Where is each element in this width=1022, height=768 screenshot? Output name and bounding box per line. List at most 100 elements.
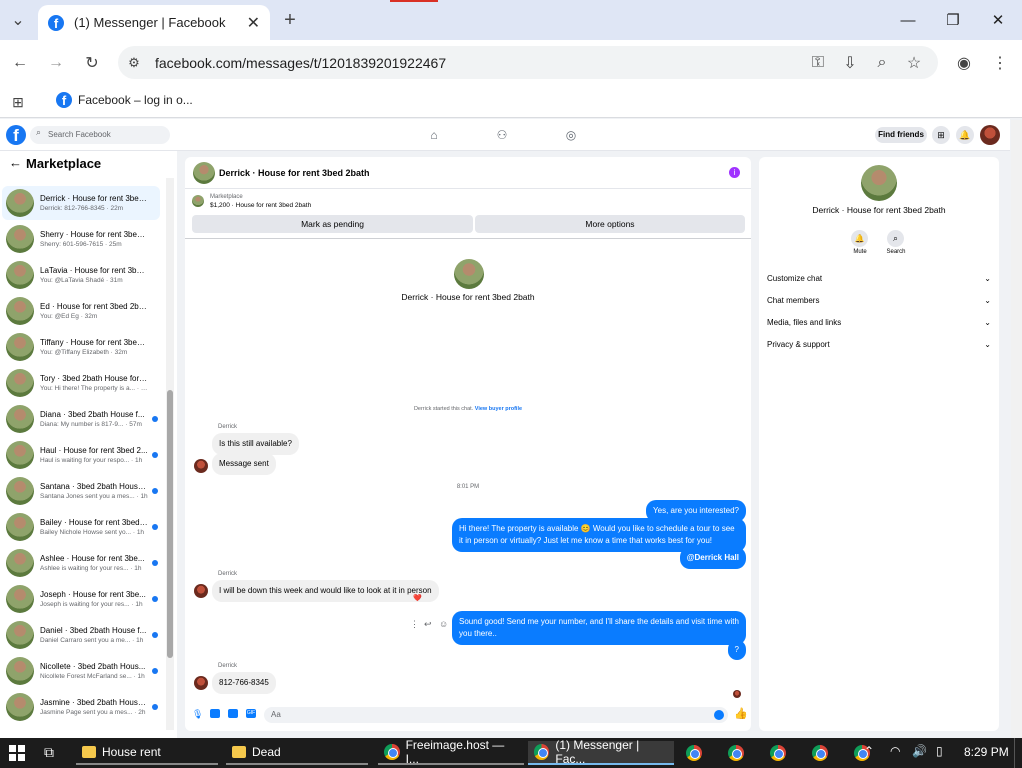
conversation-title[interactable]: Derrick · House for rent 3bed 2bath: [219, 168, 370, 178]
chat-list-item[interactable]: Ed · House for rent 3bed 2bath You: @Ed E…: [2, 294, 160, 328]
chrome-icon[interactable]: [770, 745, 786, 761]
chat-list-item[interactable]: Diana · 3bed 2bath House f... Diana: My n…: [2, 402, 160, 436]
bookmark-facebook[interactable]: f Facebook – log in o...: [56, 92, 193, 108]
details-avatar[interactable]: [861, 165, 897, 201]
chat-avatar: [6, 513, 34, 541]
profile-avatar[interactable]: [454, 259, 484, 289]
chat-started-note: Derrick started this chat. View buyer pr…: [185, 406, 751, 412]
listing-detail[interactable]: $1,200 · House for rent 3bed 2bath: [210, 202, 311, 209]
message-bubble-incoming[interactable]: I will be down this week and would like …: [212, 580, 439, 602]
browser-tab-messenger[interactable]: f (1) Messenger | Facebook ✕: [38, 5, 270, 40]
chat-list-item[interactable]: Jasmine · 3bed 2bath House... Jasmine Pag…: [2, 690, 160, 724]
facebook-search-input[interactable]: Search Facebook: [30, 126, 170, 144]
chrome-icon[interactable]: [812, 745, 828, 761]
page-scrollbar[interactable]: [1011, 120, 1022, 738]
home-icon[interactable]: ⌂: [426, 127, 442, 143]
chat-list-item[interactable]: Derrick · House for rent 3bed ... Derrick…: [2, 186, 160, 220]
react-icon[interactable]: ☺: [439, 619, 448, 629]
task-view-icon[interactable]: ⧉: [44, 744, 54, 761]
apps-grid-icon[interactable]: ⊞: [4, 88, 32, 116]
gif-icon[interactable]: GIF: [246, 709, 256, 718]
volume-icon[interactable]: 🔊: [912, 744, 927, 758]
chrome-icon[interactable]: [686, 745, 702, 761]
message-input[interactable]: Aa: [264, 707, 728, 723]
groups-icon[interactable]: ◎: [563, 127, 579, 143]
reply-icon[interactable]: ↩: [424, 619, 432, 630]
thumbs-up-icon[interactable]: 👍: [734, 707, 748, 720]
taskbar-item-messenger[interactable]: (1) Messenger | Fac...: [528, 738, 674, 766]
site-settings-icon[interactable]: ⚙: [120, 49, 148, 77]
view-buyer-profile-link[interactable]: View buyer profile: [475, 406, 522, 412]
section-customize-chat[interactable]: Customize chat ⌄: [767, 271, 991, 285]
notifications-icon[interactable]: 🔔: [956, 126, 974, 144]
section-privacy-support[interactable]: Privacy & support ⌄: [767, 337, 991, 351]
menu-icon[interactable]: ⋮: [986, 49, 1014, 77]
clock[interactable]: 8:29 PM: [964, 745, 1009, 759]
facebook-logo-icon[interactable]: f: [6, 125, 26, 145]
taskbar-item-dead[interactable]: Dead: [226, 741, 368, 765]
more-options-button[interactable]: More options: [475, 215, 745, 233]
chat-list-item[interactable]: Nicollete · 3bed 2bath Hous... Nicollete …: [2, 654, 160, 688]
mark-as-pending-button[interactable]: Mark as pending: [192, 215, 473, 233]
sticker-icon[interactable]: [228, 709, 238, 718]
profile-icon[interactable]: ◉: [950, 49, 978, 77]
info-icon[interactable]: i: [729, 167, 740, 178]
more-actions-icon[interactable]: ⋮: [410, 619, 419, 630]
chat-list-item[interactable]: Joseph · House for rent 3be... Joseph is …: [2, 582, 160, 616]
chat-list-item[interactable]: Tiffany · House for rent 3bed ... You: @T…: [2, 330, 160, 364]
new-tab-icon[interactable]: +: [276, 6, 304, 34]
chat-list-item[interactable]: LaTavia · House for rent 3bed ... You: @L…: [2, 258, 160, 292]
search-conversation-icon[interactable]: ⌕: [887, 230, 904, 247]
message-bubble-outgoing[interactable]: ?: [727, 640, 746, 660]
emoji-icon[interactable]: [714, 710, 724, 720]
show-desktop[interactable]: [1014, 738, 1017, 768]
message-bubble-incoming[interactable]: Is this still available?: [212, 433, 299, 455]
message-bubble-incoming[interactable]: 812-766-8345: [212, 672, 276, 694]
chat-list-item[interactable]: Tory · 3bed 2bath House for r... You: Hi …: [2, 366, 160, 400]
listing-thumbnail[interactable]: [192, 195, 204, 207]
heart-reaction[interactable]: ❤️: [413, 594, 422, 602]
battery-icon[interactable]: ▯: [936, 744, 943, 758]
close-tab-icon[interactable]: ✕: [247, 13, 260, 33]
chat-list-item[interactable]: Santana · 3bed 2bath House... Santana Jon…: [2, 474, 160, 508]
mute-icon[interactable]: 🔔: [851, 230, 868, 247]
chat-list-item[interactable]: Daniel · 3bed 2bath House f... Daniel Car…: [2, 618, 160, 652]
message-bubble-outgoing[interactable]: Sound good! Send me your number, and I'l…: [452, 611, 746, 645]
minimize-icon[interactable]: —: [888, 8, 928, 32]
section-media-files[interactable]: Media, files and links ⌄: [767, 315, 991, 329]
reload-icon[interactable]: ↻: [78, 49, 106, 77]
message-bubble-outgoing[interactable]: @Derrick Hall: [679, 547, 746, 569]
tray-chevron-up-icon[interactable]: ⌃: [864, 744, 874, 758]
unread-dot-icon: [152, 704, 158, 710]
forward-icon[interactable]: →: [42, 49, 70, 77]
chrome-icon[interactable]: [728, 745, 744, 761]
message-bubble-incoming[interactable]: Message sent: [212, 453, 276, 475]
account-avatar[interactable]: [980, 125, 1000, 145]
chat-list-item[interactable]: Sherry · House for rent 3bed 2... Sherry:…: [2, 222, 160, 256]
back-arrow-icon[interactable]: ←: [9, 155, 22, 170]
find-friends-button[interactable]: Find friends: [875, 127, 927, 143]
bookmark-star-icon[interactable]: ☆: [900, 49, 928, 77]
key-icon[interactable]: ⚿: [804, 49, 832, 77]
close-window-icon[interactable]: ✕: [978, 8, 1018, 32]
section-chat-members[interactable]: Chat members ⌄: [767, 293, 991, 307]
zoom-icon[interactable]: ⌕: [868, 49, 896, 77]
tab-search-icon[interactable]: ⌄: [4, 6, 32, 34]
taskbar-item-freeimage[interactable]: Freeimage.host — I...: [378, 738, 524, 766]
chat-list-item[interactable]: Ashlee · House for rent 3be... Ashlee is …: [2, 546, 160, 580]
taskbar-item-house-rent[interactable]: House rent: [76, 741, 218, 765]
url-text[interactable]: facebook.com/messages/t/1201839201922467: [155, 55, 446, 71]
menu-grid-icon[interactable]: ⊞: [932, 126, 950, 144]
contact-avatar[interactable]: [193, 162, 215, 184]
microphone-icon[interactable]: 🎙: [192, 709, 203, 720]
wifi-icon[interactable]: ◠: [890, 744, 900, 758]
chat-list-item[interactable]: Haul · House for rent 3bed 2... Haul is w…: [2, 438, 160, 472]
chat-list-item[interactable]: Bailey · House for rent 3bed ... Bailey N…: [2, 510, 160, 544]
restore-icon[interactable]: ❐: [933, 8, 973, 32]
back-icon[interactable]: ←: [6, 49, 34, 77]
chat-list-scroll-thumb[interactable]: [167, 390, 173, 658]
install-app-icon[interactable]: ⇩: [836, 49, 864, 77]
image-icon[interactable]: [210, 709, 220, 718]
friends-icon[interactable]: ⚇: [494, 127, 510, 143]
windows-start-icon[interactable]: [9, 745, 25, 761]
